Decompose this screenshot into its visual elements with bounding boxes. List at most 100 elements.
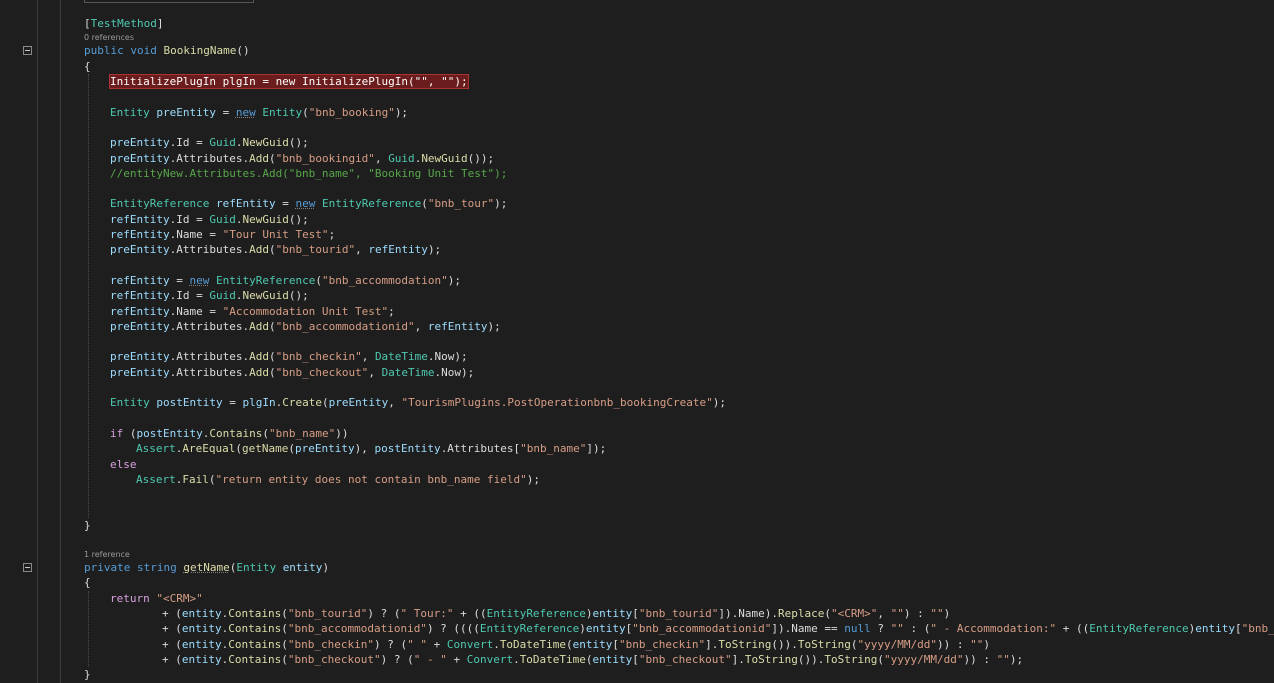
navigation-bar-edge	[84, 0, 254, 3]
code-line[interactable]: preEntity.Attributes.Add("bnb_tourid", r…	[110, 242, 441, 257]
code-line[interactable]: EntityReference refEntity = new EntityRe…	[110, 196, 507, 211]
code-line[interactable]: + (entity.Contains("bnb_checkin") ? (" "…	[162, 637, 990, 652]
code-token: ToString	[824, 653, 878, 666]
code-token: preEntity	[110, 350, 170, 363]
code-token: (	[877, 653, 884, 666]
code-line[interactable]: public void BookingName()	[84, 43, 250, 58]
code-line[interactable]: refEntity.Name = "Accommodation Unit Tes…	[110, 304, 395, 319]
code-line[interactable]: }	[84, 667, 91, 682]
code-token: " "	[407, 638, 427, 651]
editor-margin	[0, 0, 60, 683]
code-token: );	[1009, 653, 1024, 666]
code-token: "return entity does not contain bnb_name…	[215, 473, 527, 486]
code-line[interactable]: + (entity.Contains("bnb_tourid") ? (" To…	[162, 606, 950, 621]
code-token: +	[446, 653, 467, 666]
code-token: "TourismPlugins.PostOperationbnb_booking…	[401, 396, 713, 409]
code-line[interactable]: + (entity.Contains("bnb_checkout") ? (" …	[162, 652, 1023, 667]
code-token: .Attributes[	[440, 442, 521, 455]
code-token: ;	[328, 228, 336, 241]
code-token: " - Accommodation:"	[930, 622, 1057, 635]
code-line[interactable]: //entityNew.Attributes.Add("bnb_name", "…	[110, 166, 507, 181]
code-token: preEntity	[110, 152, 170, 165]
code-token: .Attributes.	[169, 366, 250, 379]
codelens-references[interactable]: 0 references	[84, 33, 134, 43]
code-token: entity	[572, 638, 613, 651]
code-token: ()	[236, 44, 250, 57]
code-line[interactable]: refEntity.Id = Guid.NewGuid();	[110, 288, 309, 303]
code-token: Assert	[136, 442, 176, 455]
code-token: string	[136, 561, 184, 574]
code-token: ,	[374, 152, 389, 165]
code-token: (	[123, 427, 137, 440]
code-token: EntityReference	[486, 607, 586, 620]
code-token: (	[421, 197, 428, 210]
code-token: "bnb_checkout"	[287, 653, 381, 666]
code-token: Replace	[778, 607, 825, 620]
code-token: .Attributes.	[169, 320, 250, 333]
code-token: EntityReference	[479, 622, 580, 635]
code-line[interactable]: preEntity.Attributes.Add("bnb_checkout",…	[110, 365, 474, 380]
code-line[interactable]: else	[110, 457, 137, 472]
code-token: EntityReference	[110, 197, 216, 210]
code-token: .Id =	[169, 289, 210, 302]
code-token: ToString	[744, 653, 798, 666]
collapse-icon[interactable]	[23, 46, 32, 55]
code-token: ))	[335, 427, 349, 440]
code-token: entity	[181, 653, 222, 666]
code-line[interactable]: preEntity.Attributes.Add("bnb_checkin", …	[110, 349, 468, 364]
code-token: refEntity	[110, 213, 170, 226]
code-token: );	[394, 106, 409, 119]
code-line[interactable]: Assert.Fail("return entity does not cont…	[136, 472, 540, 487]
code-line[interactable]: + (entity.Contains("bnb_accommodationid"…	[162, 621, 1274, 636]
code-line[interactable]: InitializePlugIn plgIn = new InitializeP…	[109, 74, 469, 89]
code-token: preEntity	[328, 396, 389, 409]
code-token: null	[844, 622, 871, 635]
code-token: Create	[282, 396, 322, 409]
code-line[interactable]: private string getName(Entity entity)	[84, 560, 329, 575]
code-line[interactable]: Entity postEntity = plgIn.Create(preEnti…	[110, 395, 726, 410]
code-token: "Accommodation Unit Test"	[222, 305, 389, 318]
code-token: (	[268, 320, 276, 333]
code-line[interactable]: if (postEntity.Contains("bnb_name"))	[110, 426, 348, 441]
code-token: "bnb_name"	[268, 427, 336, 440]
code-token: new	[295, 197, 316, 210]
code-token: =	[275, 197, 296, 210]
code-token: NewGuid	[242, 213, 289, 226]
codelens-references[interactable]: 1 reference	[84, 550, 130, 560]
code-line[interactable]: Assert.AreEqual(getName(preEntity), post…	[136, 441, 606, 456]
code-token: "Tour Unit Test"	[222, 228, 329, 241]
code-line[interactable]: refEntity.Id = Guid.NewGuid();	[110, 212, 309, 227]
code-line[interactable]: refEntity = new EntityReference("bnb_acc…	[110, 273, 461, 288]
code-token: if	[110, 427, 124, 440]
code-token: "bnb_booking"	[308, 106, 395, 119]
code-token: ()).	[797, 653, 825, 666]
code-token: ].	[731, 653, 745, 666]
code-line[interactable]: refEntity.Name = "Tour Unit Test";	[110, 227, 335, 242]
code-line[interactable]: preEntity.Attributes.Add("bnb_bookingid"…	[110, 151, 494, 166]
code-token: [	[632, 653, 639, 666]
code-token: entity	[181, 622, 222, 635]
code-line[interactable]: preEntity.Id = Guid.NewGuid();	[110, 135, 309, 150]
collapse-icon[interactable]	[23, 563, 32, 572]
code-token: =	[169, 274, 190, 287]
code-line[interactable]: }	[84, 518, 91, 533]
code-line[interactable]: Entity preEntity = new Entity("bnb_booki…	[110, 105, 408, 120]
code-token: Guid	[209, 289, 236, 302]
code-line[interactable]: {	[84, 59, 91, 74]
code-token: ,	[414, 320, 428, 333]
code-line[interactable]: preEntity.Attributes.Add("bnb_accommodat…	[110, 319, 501, 334]
code-token: "bnb_checkout"	[275, 366, 369, 379]
code-token: "bnb_tourid"	[275, 243, 356, 256]
code-token: )) :	[936, 638, 971, 651]
code-token: Fail	[182, 473, 209, 486]
code-token: ToString	[797, 638, 851, 651]
code-token: Entity	[262, 106, 303, 119]
code-token: refEntity	[368, 243, 428, 256]
code-token: ,	[388, 396, 402, 409]
code-line[interactable]: return "<CRM>"	[110, 591, 203, 606]
code-line[interactable]: {	[84, 575, 91, 590]
code-token: );	[427, 243, 442, 256]
code-token: new	[235, 106, 256, 119]
code-line[interactable]: [TestMethod]	[84, 16, 163, 31]
